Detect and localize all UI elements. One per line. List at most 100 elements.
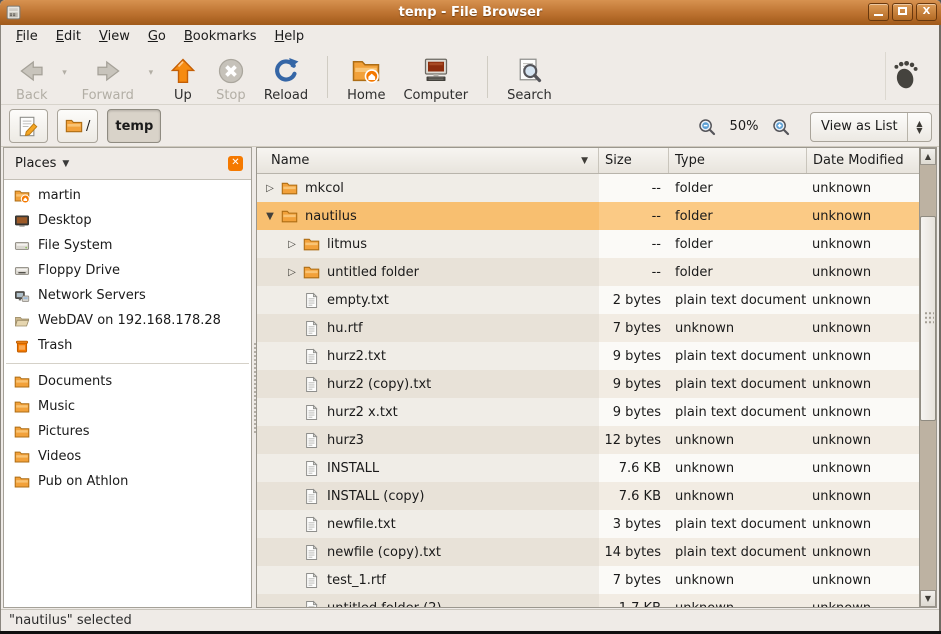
file-row-untitled-folder-2-[interactable]: untitled folder (2)1.7 KBunknownunknown: [257, 594, 919, 607]
expander-collapsed-icon[interactable]: ▷: [285, 239, 299, 250]
folder-icon: [14, 399, 30, 415]
file-row-hurz2-copy-txt[interactable]: hurz2 (copy).txt9 bytesplain text docume…: [257, 370, 919, 398]
file-size: 12 bytes: [599, 426, 669, 454]
computer-button[interactable]: Computer: [394, 53, 477, 106]
column-header-date-modified[interactable]: Date Modified: [807, 148, 919, 173]
places-sidebar: Places ▼ ✕ martinDesktopFile System Flopp…: [3, 147, 252, 608]
menu-file[interactable]: File: [7, 26, 47, 47]
file-name: hurz2.txt: [327, 349, 386, 364]
file-name: mkcol: [305, 181, 344, 196]
close-sidebar-button[interactable]: ✕: [228, 156, 243, 171]
place-label: Trash: [38, 338, 72, 353]
file-row-nautilus[interactable]: ▼nautilus--folderunknown: [257, 202, 919, 230]
menu-bookmarks[interactable]: Bookmarks: [175, 26, 266, 47]
scrollbar-thumb[interactable]: [920, 216, 936, 421]
menu-view[interactable]: View: [90, 26, 139, 47]
forward-history-dropdown: ▾: [143, 68, 159, 78]
sidebar-item-file-system[interactable]: File System: [4, 233, 251, 258]
file-row-install[interactable]: INSTALL7.6 KBunknownunknown: [257, 454, 919, 482]
file-date-modified: unknown: [807, 258, 919, 286]
file-row-install-copy-[interactable]: INSTALL (copy)7.6 KBunknownunknown: [257, 482, 919, 510]
sidebar-item-pub-on-athlon[interactable]: Pub on Athlon: [4, 469, 251, 494]
sidebar-item-martin[interactable]: martin: [4, 183, 251, 208]
file-type: plain text document: [669, 538, 807, 566]
expander-collapsed-icon[interactable]: ▷: [263, 183, 277, 194]
sidebar-item-webdav-on-192-168-178-28[interactable]: WebDAV on 192.168.178.28: [4, 308, 251, 333]
home-button[interactable]: Home: [338, 53, 394, 106]
file-name: INSTALL: [327, 461, 379, 476]
file-type: plain text document: [669, 286, 807, 314]
sidebar-item-network-servers[interactable]: Network Servers: [4, 283, 251, 308]
file-row-newfile-copy-txt[interactable]: newfile (copy).txt14 bytesplain text doc…: [257, 538, 919, 566]
file-size: --: [599, 202, 669, 230]
search-button[interactable]: Search: [498, 53, 561, 106]
root-folder-button[interactable]: /: [57, 109, 98, 143]
scroll-up-button[interactable]: ▲: [920, 148, 936, 165]
menu-go[interactable]: Go: [139, 26, 175, 47]
zoom-out-button[interactable]: [697, 117, 717, 137]
place-label: Floppy Drive: [38, 263, 120, 278]
maximize-button[interactable]: [892, 3, 913, 21]
file-row-mkcol[interactable]: ▷mkcol--folderunknown: [257, 174, 919, 202]
file-size: 7 bytes: [599, 566, 669, 594]
folder-icon: [281, 180, 298, 197]
places-selector[interactable]: Places ▼: [15, 156, 69, 171]
edit-location-button[interactable]: [9, 109, 48, 143]
zoom-in-button[interactable]: [771, 117, 791, 137]
expander-expanded-icon[interactable]: ▼: [263, 211, 277, 222]
file-row-hurz3[interactable]: hurz312 bytesunknownunknown: [257, 426, 919, 454]
titlebar[interactable]: temp - File Browser X: [0, 0, 941, 25]
reload-button[interactable]: Reload: [255, 53, 317, 106]
menubar: FileEditViewGoBookmarksHelp: [1, 25, 940, 48]
menu-help[interactable]: Help: [266, 26, 314, 47]
file-row-hu-rtf[interactable]: hu.rtf7 bytesunknownunknown: [257, 314, 919, 342]
file-row-empty-txt[interactable]: empty.txt2 bytesplain text documentunkno…: [257, 286, 919, 314]
column-header-name[interactable]: Name▼: [257, 148, 599, 173]
expander-collapsed-icon[interactable]: ▷: [285, 267, 299, 278]
file-date-modified: unknown: [807, 314, 919, 342]
file-size: 7.6 KB: [599, 454, 669, 482]
file-row-litmus[interactable]: ▷litmus--folderunknown: [257, 230, 919, 258]
file-size: --: [599, 230, 669, 258]
file-row-test-1-rtf[interactable]: test_1.rtf7 bytesunknownunknown: [257, 566, 919, 594]
file-type: plain text document: [669, 370, 807, 398]
window-controls: X: [868, 3, 937, 21]
floppy-icon: [14, 263, 30, 279]
column-header-size[interactable]: Size: [599, 148, 669, 173]
view-mode-select[interactable]: View as List ▲▼: [810, 112, 932, 142]
sidebar-item-desktop[interactable]: Desktop: [4, 208, 251, 233]
menu-edit[interactable]: Edit: [47, 26, 90, 47]
folder-icon: [14, 449, 30, 465]
text-file-icon: [303, 572, 320, 589]
home-folder-icon: [14, 188, 30, 204]
places-header: Places ▼ ✕: [4, 148, 251, 180]
text-file-icon: [303, 376, 320, 393]
current-folder-button[interactable]: temp: [107, 109, 161, 143]
file-size: 7.6 KB: [599, 482, 669, 510]
file-row-hurz2-txt[interactable]: hurz2.txt9 bytesplain text documentunkno…: [257, 342, 919, 370]
file-date-modified: unknown: [807, 370, 919, 398]
sidebar-item-trash[interactable]: Trash: [4, 333, 251, 358]
sidebar-item-documents[interactable]: Documents: [4, 369, 251, 394]
file-date-modified: unknown: [807, 174, 919, 202]
sidebar-item-pictures[interactable]: Pictures: [4, 419, 251, 444]
up-button[interactable]: Up: [159, 53, 207, 106]
minimize-button[interactable]: [868, 3, 889, 21]
column-header-type[interactable]: Type: [669, 148, 807, 173]
vertical-scrollbar[interactable]: ▲ ▼: [919, 148, 936, 607]
sidebar-item-videos[interactable]: Videos: [4, 444, 251, 469]
file-row-newfile-txt[interactable]: newfile.txt3 bytesplain text documentunk…: [257, 510, 919, 538]
file-row-hurz2-x-txt[interactable]: hurz2 x.txt9 bytesplain text documentunk…: [257, 398, 919, 426]
file-row-untitled-folder[interactable]: ▷untitled folder--folderunknown: [257, 258, 919, 286]
gnome-foot-icon: [888, 56, 924, 92]
file-date-modified: unknown: [807, 594, 919, 607]
current-folder-label: temp: [115, 119, 153, 134]
sidebar-item-music[interactable]: Music: [4, 394, 251, 419]
close-button[interactable]: X: [916, 3, 937, 21]
status-text: "nautilus" selected: [9, 613, 132, 628]
folder-icon: [303, 264, 320, 281]
sidebar-item-floppy-drive[interactable]: Floppy Drive: [4, 258, 251, 283]
file-list: ▷mkcol--folderunknown▼nautilus--folderun…: [257, 174, 919, 607]
scroll-down-button[interactable]: ▼: [920, 590, 936, 607]
file-name: hurz2 x.txt: [327, 405, 398, 420]
